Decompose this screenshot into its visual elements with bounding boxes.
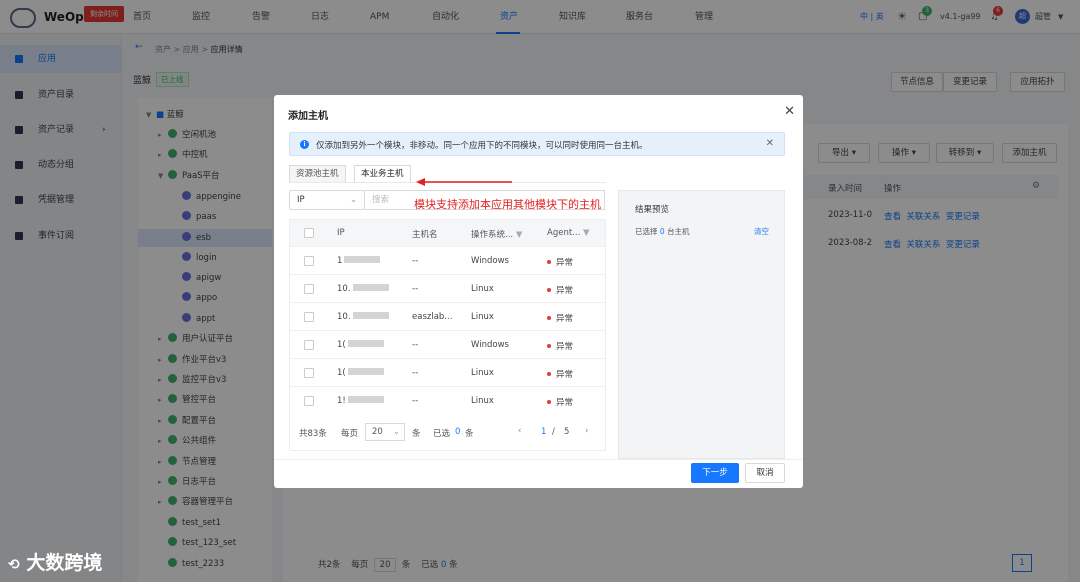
table-row[interactable]: 10. -- Linux 异常 [290,274,605,302]
unit-label: 条 [412,429,421,439]
col-agent[interactable]: Agent... ▼ [547,228,590,238]
ip-cell: 10. [337,312,389,322]
redaction-blur [347,368,384,375]
agent-status: 异常 [547,312,573,324]
page-separator: / [552,427,555,437]
status-dot-icon [547,260,551,264]
next-button[interactable]: 下一步 [691,463,739,483]
filter-field-select[interactable]: IP ⌄ [289,190,365,210]
row-checkbox[interactable] [304,312,314,322]
page-size-select[interactable]: 20 ⌄ [365,423,405,441]
agent-status: 异常 [547,284,573,296]
hostname-cell: -- [412,396,419,406]
col-os[interactable]: 操作系统... ▼ [471,228,522,240]
row-checkbox[interactable] [304,256,314,266]
os-cell: Linux [471,396,494,406]
ip-cell: 10. [337,284,389,294]
filter-icon: ▼ [515,230,523,240]
watermark: ⟲ 大数跨境 [8,552,103,574]
alert-close-icon[interactable]: ✕ [766,138,774,149]
per-page-label: 每页 [341,429,359,439]
info-alert: i 仅添加到另外一个模块，非移动。同一个应用下的不同模块，可以同时使用同一台主机… [289,132,785,156]
info-text: 仅添加到另外一个模块，非移动。同一个应用下的不同模块，可以同时使用同一台主机。 [316,141,648,151]
os-cell: Linux [471,368,494,378]
total-pages: 5 [564,427,570,437]
filter-icon: ▼ [582,228,590,238]
status-dot-icon [547,288,551,292]
status-dot-icon [547,344,551,348]
prev-page-icon[interactable]: ‹ [518,426,521,436]
dialog-footer: 下一步 取消 [274,459,803,488]
redaction-blur [347,396,384,403]
row-checkbox[interactable] [304,340,314,350]
result-preview-panel: 结果预览 已选择 0 台主机 清空 [618,190,785,459]
current-page[interactable]: 1 [541,427,546,437]
next-page-icon[interactable]: › [585,426,588,436]
selected-count: 0 [455,427,461,437]
unit-label: 条 [465,429,474,439]
hostname-cell: -- [412,368,419,378]
hostname-cell: -- [412,284,419,294]
table-row[interactable]: 1! -- Linux 异常 [290,386,605,414]
cancel-button[interactable]: 取消 [745,463,785,483]
chevron-down-icon: ⌄ [392,427,400,437]
table-row[interactable]: 1( -- Linux 异常 [290,358,605,386]
status-dot-icon [547,372,551,376]
ip-cell: 1( [337,340,384,350]
info-icon: i [300,140,309,149]
row-checkbox[interactable] [304,284,314,294]
row-checkbox[interactable] [304,396,314,406]
agent-status: 异常 [547,256,573,268]
select-all-checkbox[interactable] [304,228,314,238]
total-count: 共83条 [299,429,327,439]
watermark-logo-icon: ⟲ [8,557,20,573]
redaction-blur [344,256,381,263]
agent-status: 异常 [547,340,573,352]
table-row[interactable]: 1( -- Windows 异常 [290,330,605,358]
row-checkbox[interactable] [304,368,314,378]
os-cell: Linux [471,284,494,294]
close-icon[interactable]: ✕ [784,104,795,119]
status-dot-icon [547,316,551,320]
agent-status: 异常 [547,396,573,408]
hostname-cell: easzlab... [412,312,453,322]
preview-selected-summary: 已选择 0 台主机 [635,227,690,236]
clear-link[interactable]: 清空 [754,226,769,237]
table-row[interactable]: 10. easzlab... Linux 异常 [290,302,605,330]
tab-resource-pool-hosts[interactable]: 资源池主机 [289,165,346,183]
annotation-arrow-icon [416,178,512,186]
os-cell: Linux [471,312,494,322]
modal-pagination: 共83条 每页 20 ⌄ 条 已选 0 条 ‹ 1 / 5 › [289,421,606,449]
annotation-text: 模块支持添加本应用其他模块下的主机 [414,198,601,211]
table-header: IP 主机名 操作系统... ▼ Agent... ▼ [290,220,605,246]
tab-business-hosts[interactable]: 本业务主机 [354,165,411,183]
ip-cell: 1( [337,368,384,378]
agent-status: 异常 [547,368,573,380]
preview-title: 结果预览 [635,205,670,215]
ip-cell: 1 [337,256,381,266]
hostname-cell: -- [412,256,419,266]
dialog-title: 添加主机 [288,111,328,122]
col-hostname: 主机名 [412,230,438,240]
host-table: IP 主机名 操作系统... ▼ Agent... ▼ 1 -- Windows… [289,219,606,451]
add-host-dialog: 添加主机 ✕ i 仅添加到另外一个模块，非移动。同一个应用下的不同模块，可以同时… [274,95,803,488]
selected-label: 已选 [433,429,451,439]
hostname-cell: -- [412,340,419,350]
os-cell: Windows [471,256,509,266]
redaction-blur [347,340,384,347]
table-row[interactable]: 1 -- Windows 异常 [290,246,605,274]
chevron-down-icon: ⌄ [349,195,357,205]
ip-cell: 1! [337,396,384,406]
status-dot-icon [547,400,551,404]
col-ip: IP [337,228,345,238]
redaction-blur [352,284,389,291]
redaction-blur [352,312,389,319]
os-cell: Windows [471,340,509,350]
